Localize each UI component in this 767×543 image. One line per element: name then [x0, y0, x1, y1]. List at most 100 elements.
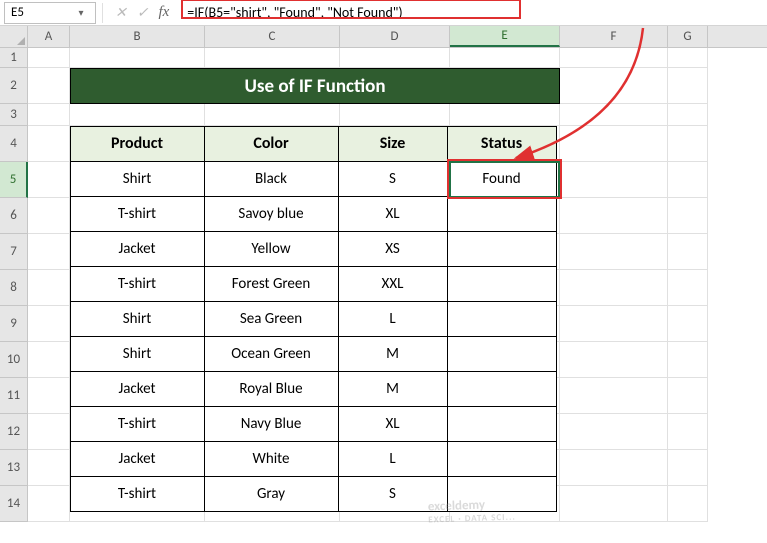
table-cell[interactable]: Black — [204, 161, 339, 197]
table-cell[interactable]: T-shirt — [70, 406, 205, 442]
col-header-D[interactable]: D — [340, 26, 450, 47]
table-cell[interactable]: XS — [338, 231, 448, 267]
cell-A8[interactable] — [28, 270, 70, 306]
col-header-A[interactable]: A — [28, 26, 70, 47]
cell-F13[interactable] — [560, 450, 668, 486]
cell-F3[interactable] — [560, 104, 668, 126]
cell-G3[interactable] — [668, 104, 708, 126]
cell-F5[interactable] — [560, 162, 668, 198]
row-header-13[interactable]: 13 — [0, 450, 28, 486]
cell-G5[interactable] — [668, 162, 708, 198]
cell-A1[interactable] — [28, 48, 70, 68]
select-all-corner[interactable] — [0, 26, 28, 48]
cells-area[interactable]: Use of IF Function ProductColorSizeStatu… — [28, 48, 767, 522]
row-header-1[interactable]: 1 — [0, 48, 28, 68]
cell-F10[interactable] — [560, 342, 668, 378]
row-header-7[interactable]: 7 — [0, 234, 28, 270]
cell-G4[interactable] — [668, 126, 708, 162]
table-header-status[interactable]: Status — [447, 126, 557, 162]
col-header-G[interactable]: G — [668, 26, 708, 47]
table-cell[interactable]: T-shirt — [70, 476, 205, 512]
cell-A5[interactable] — [28, 162, 70, 198]
table-cell[interactable]: Shirt — [70, 161, 205, 197]
row-header-9[interactable]: 9 — [0, 306, 28, 342]
name-box-dropdown-icon[interactable]: ▾ — [73, 6, 89, 19]
table-cell[interactable]: Jacket — [70, 231, 205, 267]
cell-G8[interactable] — [668, 270, 708, 306]
row-header-12[interactable]: 12 — [0, 414, 28, 450]
cell-F4[interactable] — [560, 126, 668, 162]
row-header-11[interactable]: 11 — [0, 378, 28, 414]
cell-E3[interactable] — [450, 104, 560, 126]
table-cell[interactable]: L — [338, 301, 448, 337]
table-cell[interactable]: Shirt — [70, 336, 205, 372]
row-header-10[interactable]: 10 — [0, 342, 28, 378]
row-header-4[interactable]: 4 — [0, 126, 28, 162]
table-cell[interactable]: XXL — [338, 266, 448, 302]
cell-G10[interactable] — [668, 342, 708, 378]
table-header-product[interactable]: Product — [70, 126, 205, 162]
table-cell[interactable]: XL — [338, 406, 448, 442]
table-cell[interactable] — [447, 196, 557, 232]
name-box[interactable]: E5 ▾ — [4, 2, 96, 24]
table-cell[interactable]: S — [338, 161, 448, 197]
cell-G14[interactable] — [668, 486, 708, 522]
cell-A14[interactable] — [28, 486, 70, 522]
table-cell[interactable]: Forest Green — [204, 266, 339, 302]
cell-G2[interactable] — [668, 68, 708, 104]
table-cell[interactable]: Sea Green — [204, 301, 339, 337]
cell-A3[interactable] — [28, 104, 70, 126]
table-cell[interactable]: Gray — [204, 476, 339, 512]
cell-F8[interactable] — [560, 270, 668, 306]
table-cell[interactable]: Jacket — [70, 441, 205, 477]
cell-B3[interactable] — [70, 104, 205, 126]
cell-C3[interactable] — [205, 104, 340, 126]
cell-G11[interactable] — [668, 378, 708, 414]
table-cell[interactable]: White — [204, 441, 339, 477]
cell-A12[interactable] — [28, 414, 70, 450]
cell-G13[interactable] — [668, 450, 708, 486]
table-cell[interactable]: M — [338, 336, 448, 372]
table-cell[interactable] — [447, 371, 557, 407]
row-header-8[interactable]: 8 — [0, 270, 28, 306]
cell-F9[interactable] — [560, 306, 668, 342]
col-header-B[interactable]: B — [70, 26, 205, 47]
cell-A7[interactable] — [28, 234, 70, 270]
table-cell[interactable]: M — [338, 371, 448, 407]
cell-A2[interactable] — [28, 68, 70, 104]
cell-F7[interactable] — [560, 234, 668, 270]
cell-C1[interactable] — [205, 48, 340, 68]
row-header-14[interactable]: 14 — [0, 486, 28, 522]
table-cell[interactable] — [447, 231, 557, 267]
col-header-E[interactable]: E — [450, 26, 560, 47]
row-header-5[interactable]: 5 — [0, 162, 28, 198]
table-cell[interactable] — [447, 301, 557, 337]
table-cell[interactable]: Shirt — [70, 301, 205, 337]
cell-F14[interactable] — [560, 486, 668, 522]
table-cell[interactable]: L — [338, 441, 448, 477]
cell-B1[interactable] — [70, 48, 205, 68]
table-cell[interactable]: Royal Blue — [204, 371, 339, 407]
cell-A4[interactable] — [28, 126, 70, 162]
cell-G6[interactable] — [668, 198, 708, 234]
row-header-3[interactable]: 3 — [0, 104, 28, 126]
row-header-2[interactable]: 2 — [0, 68, 28, 104]
cell-F12[interactable] — [560, 414, 668, 450]
table-cell[interactable] — [447, 406, 557, 442]
table-cell[interactable]: T-shirt — [70, 196, 205, 232]
cell-A10[interactable] — [28, 342, 70, 378]
cell-G7[interactable] — [668, 234, 708, 270]
table-cell[interactable] — [447, 441, 557, 477]
table-cell[interactable]: Navy Blue — [204, 406, 339, 442]
table-cell[interactable]: Savoy blue — [204, 196, 339, 232]
cell-F2[interactable] — [560, 68, 668, 104]
cell-A11[interactable] — [28, 378, 70, 414]
table-cell[interactable]: Jacket — [70, 371, 205, 407]
table-cell[interactable] — [447, 266, 557, 302]
cell-G9[interactable] — [668, 306, 708, 342]
fx-icon[interactable]: fx — [158, 4, 169, 21]
table-header-color[interactable]: Color — [204, 126, 339, 162]
row-header-6[interactable]: 6 — [0, 198, 28, 234]
table-cell[interactable]: Found — [447, 161, 557, 197]
table-cell[interactable]: T-shirt — [70, 266, 205, 302]
